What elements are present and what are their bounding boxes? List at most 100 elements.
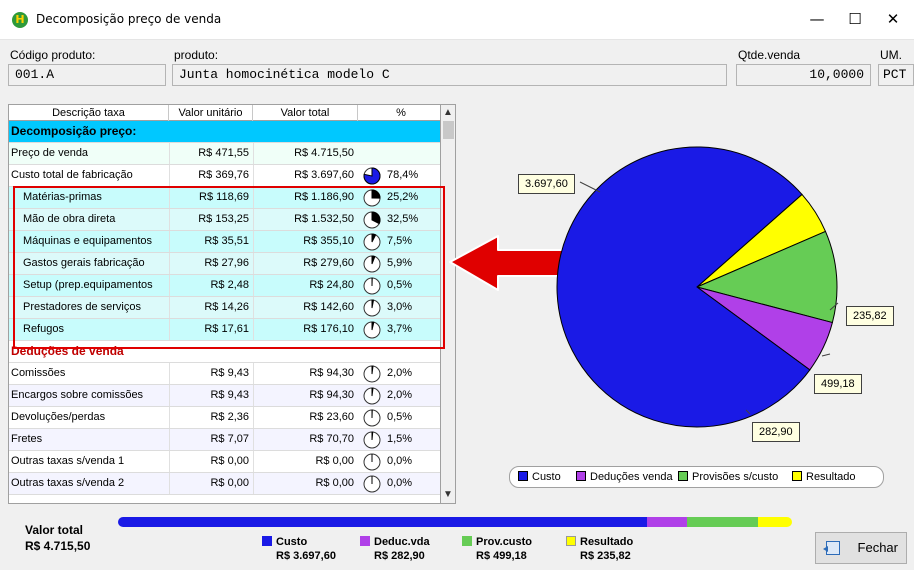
cell-descricao: Fretes — [11, 433, 43, 445]
fechar-button[interactable]: Fechar — [815, 532, 907, 564]
cell-valor-total: R$ 4.715,50 — [253, 143, 358, 164]
footer-legend-custo: Custo — [262, 536, 307, 548]
cell-descricao: Outras taxas s/venda 2 — [11, 477, 125, 489]
cell-descricao: Preço de venda — [11, 147, 89, 159]
percent-text: 78,4% — [387, 169, 419, 181]
window-title: Decomposição preço de venda — [36, 12, 222, 26]
produto-label: produto: — [174, 48, 219, 62]
column-header-percent[interactable]: % — [358, 105, 443, 121]
cell-valor-total: R$ 3.697,60 — [253, 165, 358, 186]
composition-segment — [686, 517, 759, 527]
table-row[interactable]: Preço de venda R$ 471,55 R$ 4.715,50 — [9, 143, 443, 165]
cell-valor-total: R$ 0,00 — [253, 473, 358, 494]
footer-value-custo: R$ 3.697,60 — [276, 550, 336, 562]
cell-valor-unitario: R$ 369,76 — [169, 165, 253, 186]
qtde-label: Qtde.venda — [738, 48, 801, 62]
callout-lines — [579, 181, 839, 415]
mini-pie-icon — [363, 167, 381, 185]
legend-item-resultado: Resultado — [792, 467, 856, 487]
fechar-label: Fechar — [857, 540, 898, 555]
composition-segment — [646, 517, 687, 527]
valor-total-label: Valor total — [25, 523, 84, 537]
cell-valor-total: R$ 0,00 — [253, 451, 358, 472]
column-header-descricao[interactable]: Descrição taxa — [9, 105, 169, 121]
cell-descricao: Encargos sobre comissões — [11, 389, 144, 401]
mini-pie-icon — [363, 453, 381, 471]
cell-valor-unitario: R$ 9,43 — [169, 363, 253, 384]
footer-value-prov: R$ 499,18 — [476, 550, 527, 562]
footer-value-resultado: R$ 235,82 — [580, 550, 631, 562]
custo-swatch — [262, 536, 272, 546]
maximize-button[interactable]: ☐ — [838, 6, 872, 32]
footer-legend-prov: Prov.custo — [462, 536, 532, 548]
codigo-field[interactable]: 001.A — [8, 64, 166, 86]
table-row[interactable]: Comissões R$ 9,43 R$ 94,30 2,0% — [9, 363, 443, 385]
percent-text: 1,5% — [387, 433, 413, 445]
minimize-button[interactable]: — — [800, 6, 834, 32]
cell-valor-unitario: R$ 0,00 — [169, 451, 253, 472]
scroll-thumb[interactable] — [443, 121, 454, 139]
app-logo-icon: H — [12, 12, 28, 28]
qtde-field[interactable]: 10,0000 — [736, 64, 871, 86]
composition-bar — [118, 517, 792, 527]
mini-pie-icon — [363, 365, 381, 383]
cell-valor-total: R$ 23,60 — [253, 407, 358, 428]
legend-item-custo: Custo — [518, 467, 561, 487]
percent-text: 2,0% — [387, 367, 413, 379]
um-label: UM. — [880, 48, 902, 62]
mini-pie-icon — [363, 475, 381, 493]
section-row[interactable]: Decomposição preço: — [9, 121, 443, 143]
mini-pie-icon — [363, 387, 381, 405]
legend-item-provisoes: Provisões s/custo — [678, 467, 778, 487]
cell-descricao: Decomposição preço: — [11, 124, 137, 138]
cell-descricao: Custo total de fabricação — [11, 169, 133, 181]
composition-segment — [758, 517, 792, 527]
prov-swatch — [462, 536, 472, 546]
table-row[interactable]: Encargos sobre comissões R$ 9,43 R$ 94,30 2… — [9, 385, 443, 407]
cell-descricao: Outras taxas s/venda 1 — [11, 455, 125, 467]
footer-legend-resultado: Resultado — [566, 536, 633, 548]
cell-valor-unitario: R$ 2,36 — [169, 407, 253, 428]
percent-text: 0,0% — [387, 477, 413, 489]
mini-pie-icon — [363, 431, 381, 449]
table-row[interactable]: Outras taxas s/venda 1 R$ 0,00 R$ 0,00 0,0% — [9, 451, 443, 473]
table-row[interactable]: Custo total de fabricação R$ 369,76 R$ 3.6… — [9, 165, 443, 187]
table-header: Descrição taxa Valor unitário Valor tota… — [9, 105, 443, 121]
produto-field[interactable]: Junta homocinética modelo C — [172, 64, 727, 86]
table-row[interactable]: Outras taxas s/venda 2 R$ 0,00 R$ 0,00 0,0% — [9, 473, 443, 495]
column-header-valor-unitario[interactable]: Valor unitário — [169, 105, 253, 121]
cell-valor-total: R$ 70,70 — [253, 429, 358, 450]
table-row[interactable]: Fretes R$ 7,07 R$ 70,70 1,5% — [9, 429, 443, 451]
codigo-label: Código produto: — [10, 48, 96, 62]
footer-value-deduc: R$ 282,90 — [374, 550, 425, 562]
mini-pie-icon — [363, 409, 381, 427]
scroll-down-icon[interactable]: ▼ — [441, 487, 455, 503]
pie-label-custo: 3.697,60 — [518, 174, 575, 194]
legend-item-deducoes: Deduções venda — [576, 467, 673, 487]
pie-label-resultado: 235,82 — [846, 306, 894, 326]
pie-label-deducoes: 282,90 — [752, 422, 800, 442]
footer-legend-deduc: Deduc.vda — [360, 536, 430, 548]
pie-legend: Custo Deduções venda Provisões s/custo R… — [509, 466, 884, 488]
cell-valor-total: R$ 94,30 — [253, 363, 358, 384]
exit-door-icon — [823, 541, 840, 555]
cell-descricao: Comissões — [11, 367, 66, 379]
highlight-box — [13, 186, 445, 349]
resultado-swatch — [566, 536, 576, 546]
close-button[interactable]: ✕ — [876, 6, 910, 32]
title-bar: H Decomposição preço de venda — ☐ ✕ — [0, 0, 914, 40]
um-field[interactable]: PCT — [878, 64, 914, 86]
cell-valor-unitario: R$ 9,43 — [169, 385, 253, 406]
cell-valor-unitario: R$ 471,55 — [169, 143, 253, 164]
percent-text: 0,5% — [387, 411, 413, 423]
column-header-valor-total[interactable]: Valor total — [253, 105, 358, 121]
pie-label-provisoes: 499,18 — [814, 374, 862, 394]
cell-valor-total: R$ 94,30 — [253, 385, 358, 406]
cell-descricao: Devoluções/perdas — [11, 411, 106, 423]
percent-text: 0,0% — [387, 455, 413, 467]
cell-valor-unitario: R$ 0,00 — [169, 473, 253, 494]
valor-total-value: R$ 4.715,50 — [25, 539, 91, 553]
table-row[interactable]: Devoluções/perdas R$ 2,36 R$ 23,60 0,5% — [9, 407, 443, 429]
scroll-up-icon[interactable]: ▲ — [441, 105, 455, 121]
percent-text: 2,0% — [387, 389, 413, 401]
